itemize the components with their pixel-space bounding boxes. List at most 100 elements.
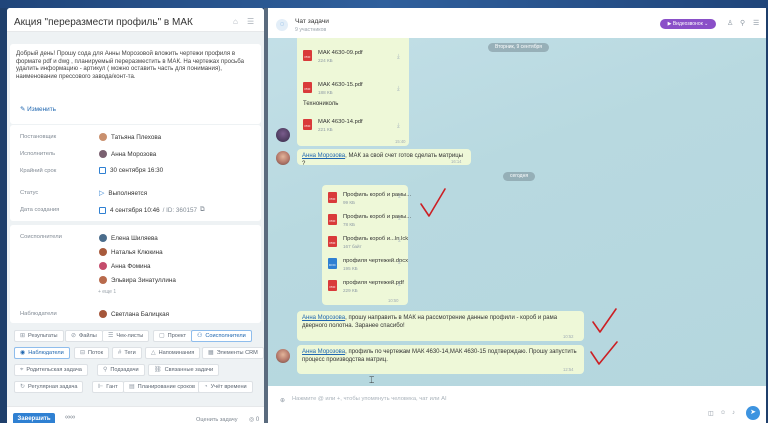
prop-value-creator[interactable]: Татьяна Плехова <box>99 133 161 141</box>
file-item[interactable]: PDF МАК 4630-15.pdf 188 КБ <box>303 82 363 95</box>
user-name: Эльвира Зинатуллина <box>111 276 176 284</box>
calendar-icon <box>99 206 106 214</box>
file-item[interactable]: PDF МАК 4630-09.pdf 224 КБ <box>303 50 363 63</box>
prop-label-assignee: Исполнитель <box>20 151 56 157</box>
avatar <box>99 262 107 270</box>
file-item[interactable]: PDF профиля чертежей.pdf 229 КБ <box>328 280 404 293</box>
file-item[interactable]: DOC профиля чертежей.docx 195 КБ <box>328 258 408 271</box>
prop-value-created: 4 сентября 10:46/ ID: 360157 ⧉ <box>99 206 204 214</box>
chip-files[interactable]: ⊘ Файлы <box>65 330 103 342</box>
chip-recurring[interactable]: ↻ Регулярная задача <box>14 381 84 393</box>
coexecutor-item[interactable]: Анна Фомина <box>99 262 151 270</box>
file-item[interactable]: PDF Профиль короб и...ln.lck 167 байт <box>328 236 408 249</box>
chip-linked-tasks[interactable]: ⛓ Связанные задачи <box>148 364 220 376</box>
download-icon[interactable]: ⤓ <box>397 54 400 61</box>
download-icon[interactable]: ⤓ <box>398 237 401 244</box>
chip-subtasks[interactable]: ⚲ Подзадачи <box>97 364 145 376</box>
chip-planning[interactable]: ▤ Планирование сроков <box>123 381 202 393</box>
task-title: Акция "переразмести профиль" в МАК <box>14 17 193 28</box>
coexecutor-item[interactable]: Елена Шиляева <box>99 234 158 242</box>
add-user-icon[interactable]: ♙ <box>727 19 733 27</box>
coexecutors-more-link[interactable]: + еще 1 <box>98 289 116 295</box>
search-icon[interactable]: ⚲ <box>740 19 745 27</box>
message-files-bubble: PDF Профиль короб и рамы... 99 КБ ⤓ PDF Про… <box>322 185 411 305</box>
emoji-icon[interactable]: ☺ <box>720 410 726 416</box>
video-call-button[interactable]: ▶ Видеозвонок ⌄ <box>660 19 716 29</box>
download-icon[interactable]: ⤓ <box>397 123 400 130</box>
edit-link[interactable]: ✎ Изменить <box>20 105 56 113</box>
mention-link[interactable]: Анна Морозова <box>302 349 345 355</box>
message-time: 10:50 <box>388 298 399 303</box>
observer-item[interactable]: Светлана Балицкая <box>99 310 169 318</box>
task-id: / ID: 360157 <box>162 206 197 214</box>
prop-value-status: ▷ Выполняется <box>99 189 148 198</box>
chip-observers[interactable]: ◉ Наблюдатели <box>14 347 70 359</box>
chip-parent-task[interactable]: ⌖ Родительская задача <box>14 364 88 376</box>
prop-value-assignee[interactable]: Анна Морозова <box>99 150 156 158</box>
chip-results[interactable]: ⊞ Результаты <box>14 330 64 342</box>
download-icon[interactable]: ⤓ <box>398 215 401 222</box>
chip-crm[interactable]: ▦ Элементы CRM <box>202 347 264 359</box>
chip-time-tracking[interactable]: ◔ Учёт времени <box>198 381 253 393</box>
chip-checklists[interactable]: ☰ Чек-листы <box>102 330 150 342</box>
paperclip-icon: ⊘ <box>71 333 77 339</box>
pdf-file-icon: PDF <box>328 192 337 203</box>
chat-title: Чат задачи <box>295 18 329 25</box>
task-footer: Завершить ∞∞ Оценить задачу ◎ 0 <box>7 406 264 423</box>
chip-label: Соисполнители <box>205 333 246 339</box>
eye-icon: ◎ <box>249 417 256 423</box>
prop-label-creator: Постановщик <box>20 134 57 140</box>
mention-link[interactable]: Анна Морозова <box>302 153 345 159</box>
file-item[interactable]: PDF МАК 4630-14.pdf 221 КБ <box>303 119 363 132</box>
date-separator: Вторник, 9 сентября <box>488 43 549 52</box>
menu-icon[interactable]: ☰ <box>247 17 254 26</box>
chat-participants-count[interactable]: 9 участников <box>295 27 326 33</box>
avatar <box>99 248 107 256</box>
chip-label: Учёт времени <box>210 384 247 390</box>
complete-button[interactable]: Завершить <box>13 413 55 423</box>
task-header: Акция "переразмести профиль" в МАК ⌂ ☰ <box>7 8 264 32</box>
rate-task-link[interactable]: Оценить задачу <box>196 417 238 423</box>
file-size: 221 КБ <box>318 127 333 132</box>
repeat-icon: ↻ <box>20 384 26 390</box>
home-icon[interactable]: ⌂ <box>233 17 238 26</box>
mention-icon[interactable]: ◫ <box>708 410 714 417</box>
chip-reminders[interactable]: △ Напоминания <box>145 347 201 359</box>
chat-bubble-icon: ◌ <box>276 19 288 31</box>
microphone-icon[interactable]: ♪ <box>732 410 735 416</box>
chip-label: Проект <box>167 333 187 339</box>
download-icon[interactable]: ⤓ <box>398 259 401 266</box>
file-size: 167 байт <box>343 244 362 249</box>
more-button[interactable]: ∞∞ <box>65 414 75 421</box>
checklist-icon: ☰ <box>108 333 114 339</box>
chip-flow[interactable]: ⊟ Поток <box>74 347 110 359</box>
copy-icon[interactable]: ⧉ <box>200 206 205 214</box>
file-name: МАК 4630-09.pdf <box>318 50 363 56</box>
mouse-cursor-icon: ⌶ <box>369 375 375 385</box>
mention-link[interactable]: Анна Морозова <box>302 315 345 321</box>
download-icon[interactable]: ⤓ <box>398 193 401 200</box>
pdf-file-icon: PDF <box>328 236 337 247</box>
eye-icon: ◉ <box>20 350 26 356</box>
chip-gantt[interactable]: ⊩ Гант <box>92 381 124 393</box>
chip-tags[interactable]: # Теги <box>112 347 142 359</box>
link-icon: ⛓ <box>154 367 162 373</box>
avatar <box>276 349 290 363</box>
subtasks-icon: ⚲ <box>103 367 108 373</box>
chip-label: Подзадачи <box>110 367 139 373</box>
download-icon[interactable]: ⤓ <box>398 281 401 288</box>
avatar <box>99 234 107 242</box>
user-name: Елена Шиляева <box>111 234 158 242</box>
calendar-icon <box>99 167 106 174</box>
chip-project[interactable]: ▢ Проект <box>153 330 193 342</box>
coexecutor-item[interactable]: Наталья Клюкина <box>99 248 163 256</box>
send-button[interactable]: ➤ <box>746 406 760 420</box>
chip-coexecutors[interactable]: ⚇ Соисполнители <box>191 330 252 342</box>
prop-value-deadline[interactable]: 30 сентября 16:30 <box>99 167 163 174</box>
more-icon[interactable]: ☰ <box>753 19 759 27</box>
coexecutor-item[interactable]: Эльвира Зинатуллина <box>99 276 176 284</box>
message-input[interactable]: Нажмите @ или +, чтобы упомянуть человек… <box>280 392 750 414</box>
status-text: Выполняется <box>108 189 148 197</box>
prop-label-created: Дата создания <box>20 207 60 213</box>
download-icon[interactable]: ⤓ <box>397 86 400 93</box>
